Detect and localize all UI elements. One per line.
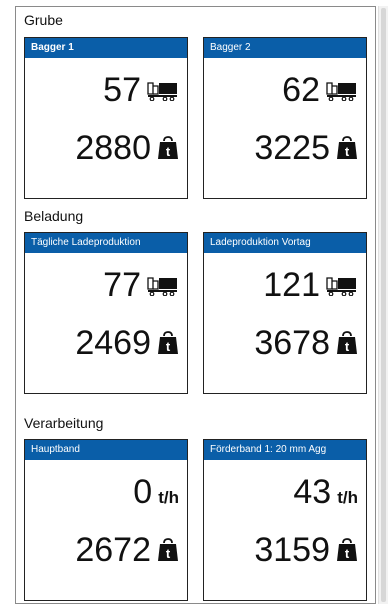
section-title-grube: Grube: [24, 12, 63, 28]
tonnage-row: 3225 t: [254, 128, 358, 168]
tonnage-value: 2672: [75, 531, 151, 569]
scrollbar[interactable]: [378, 6, 388, 604]
throughput-unit: t/h: [158, 488, 179, 507]
section-title-beladung: Beladung: [24, 208, 84, 224]
card-title: Förderband 1: 20 mm Agg: [204, 440, 366, 460]
card-title: Hauptband: [25, 440, 187, 460]
truck-icon: [147, 274, 179, 296]
truck-count-value: 121: [263, 266, 320, 304]
truck-icon: [326, 274, 358, 296]
scrollbar-thumb[interactable]: [381, 8, 386, 602]
truck-icon: [147, 79, 179, 101]
tonnage-row: 3678 t: [254, 323, 358, 363]
svg-text:t: t: [345, 339, 350, 354]
card-title: Bagger 1: [25, 38, 187, 58]
tonnage-row: 3159 t: [254, 530, 358, 570]
svg-text:t: t: [345, 546, 350, 561]
truck-count-row: 77: [103, 265, 179, 305]
card-bagger-1[interactable]: Bagger 1 57 2880 t: [24, 37, 188, 199]
card-title: Ladeproduktion Vortag: [204, 233, 366, 253]
card-ladeproduktion-vortag[interactable]: Ladeproduktion Vortag 121 3678 t: [203, 232, 367, 394]
svg-text:t: t: [345, 144, 350, 159]
tonnage-row: 2469 t: [75, 323, 179, 363]
weight-icon: t: [157, 331, 179, 355]
card-foerderband-1[interactable]: Förderband 1: 20 mm Agg 43 t/h 3159 t: [203, 439, 367, 601]
tonnage-value: 3225: [254, 129, 330, 167]
truck-count-value: 57: [103, 71, 141, 109]
card-title: Bagger 2: [204, 38, 366, 58]
tonnage-value: 3159: [254, 531, 330, 569]
throughput-value: 0: [133, 473, 153, 511]
weight-icon: t: [336, 331, 358, 355]
card-taegliche-ladeproduktion[interactable]: Tägliche Ladeproduktion 77 2469 t: [24, 232, 188, 394]
weight-icon: t: [336, 538, 358, 562]
weight-icon: t: [157, 136, 179, 160]
tonnage-value: 2880: [75, 129, 151, 167]
svg-text:t: t: [166, 546, 171, 561]
truck-count-row: 57: [103, 70, 179, 110]
throughput-unit: t/h: [337, 488, 358, 507]
tonnage-value: 3678: [254, 324, 330, 362]
throughput-value: 43: [293, 473, 332, 511]
card-title: Tägliche Ladeproduktion: [25, 233, 187, 253]
truck-icon: [326, 79, 358, 101]
throughput-row: 43 t/h: [293, 472, 358, 512]
svg-text:t: t: [166, 339, 171, 354]
section-title-verarbeitung: Verarbeitung: [24, 415, 104, 431]
weight-icon: t: [336, 136, 358, 160]
tonnage-row: 2880 t: [75, 128, 179, 168]
card-hauptband[interactable]: Hauptband 0 t/h 2672 t: [24, 439, 188, 601]
tonnage-value: 2469: [75, 324, 151, 362]
card-bagger-2[interactable]: Bagger 2 62 3225 t: [203, 37, 367, 199]
truck-count-row: 62: [282, 70, 358, 110]
truck-count-value: 77: [103, 266, 141, 304]
truck-count-row: 121: [263, 265, 358, 305]
weight-icon: t: [157, 538, 179, 562]
tonnage-row: 2672 t: [75, 530, 179, 570]
throughput-row: 0 t/h: [133, 472, 179, 512]
truck-count-value: 62: [282, 71, 320, 109]
svg-text:t: t: [166, 144, 171, 159]
